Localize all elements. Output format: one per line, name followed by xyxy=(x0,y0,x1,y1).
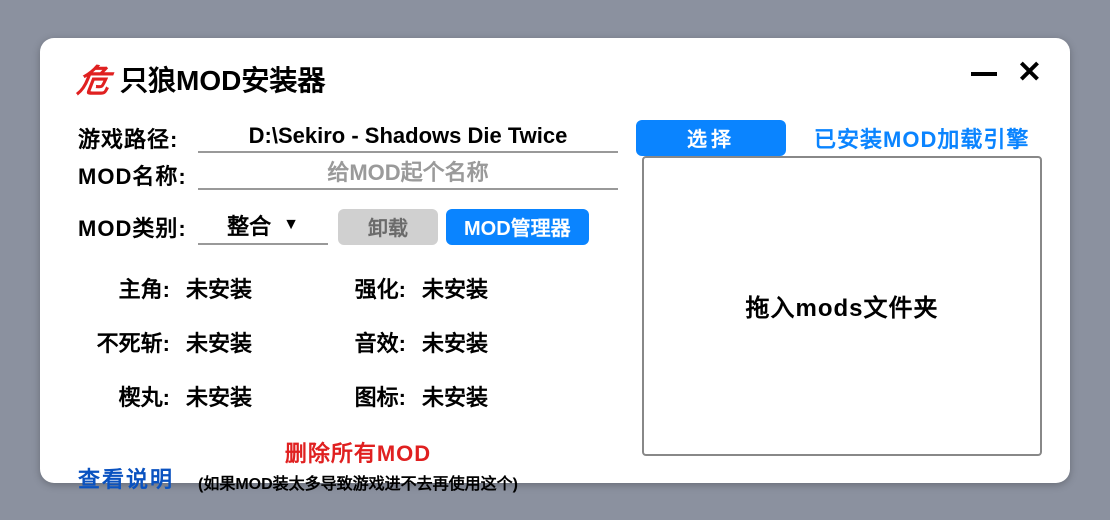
view-help-link[interactable]: 查看说明 xyxy=(78,462,174,494)
select-path-button[interactable]: 选择 xyxy=(636,120,786,156)
status-kusabi-label: 楔丸: xyxy=(78,380,178,412)
status-immortal-label: 不死斩: xyxy=(78,326,178,358)
game-path-label: 游戏路径: xyxy=(78,122,198,154)
app-title: 只狼MOD安装器 xyxy=(120,59,325,99)
delete-all-block[interactable]: 删除所有MOD (如果MOD装太多导致游戏进不去再使用这个) xyxy=(198,436,518,494)
mod-category-label: MOD类别: xyxy=(78,211,198,243)
status-sound-value: 未安装 xyxy=(422,326,542,358)
chevron-down-icon: ▼ xyxy=(283,216,299,234)
titlebar: 危 只狼MOD安装器 xyxy=(78,56,1042,102)
mod-manager-button[interactable]: MOD管理器 xyxy=(446,209,589,245)
status-enhance-label: 强化: xyxy=(314,272,414,304)
status-enhance-value: 未安装 xyxy=(422,272,542,304)
close-icon[interactable]: ✕ xyxy=(1017,58,1042,88)
mods-dropzone[interactable]: 拖入mods文件夹 xyxy=(642,156,1042,456)
game-path-value: D:\Sekiro - Shadows Die Twice xyxy=(198,123,618,153)
mod-category-select[interactable]: 整合 ▼ xyxy=(198,209,328,245)
mod-category-value: 整合 xyxy=(227,209,271,241)
status-protagonist-label: 主角: xyxy=(78,272,178,304)
mod-name-label: MOD名称: xyxy=(78,159,198,191)
app-logo-icon: 危 xyxy=(75,56,113,102)
engine-status: 已安装MOD加载引擎 xyxy=(814,122,1029,154)
main-window: 危 只狼MOD安装器 ✕ 游戏路径: D:\Sekiro - Shadows D… xyxy=(40,38,1070,483)
status-kusabi-value: 未安装 xyxy=(186,380,306,412)
status-icon-label: 图标: xyxy=(314,380,414,412)
status-protagonist-value: 未安装 xyxy=(186,272,306,304)
status-icon-value: 未安装 xyxy=(422,380,542,412)
uninstall-button[interactable]: 卸载 xyxy=(338,209,438,245)
minimize-icon[interactable] xyxy=(971,72,997,76)
status-immortal-value: 未安装 xyxy=(186,326,306,358)
delete-all-note: (如果MOD装太多导致游戏进不去再使用这个) xyxy=(198,470,518,494)
status-grid: 主角: 未安装 强化: 未安装 不死斩: 未安装 音效: 未安装 楔丸: 未安装… xyxy=(78,272,618,412)
window-controls: ✕ xyxy=(971,58,1042,88)
delete-all-title: 删除所有MOD xyxy=(198,436,518,468)
mod-name-input[interactable] xyxy=(198,160,618,190)
status-sound-label: 音效: xyxy=(314,326,414,358)
dropzone-text: 拖入mods文件夹 xyxy=(745,288,938,323)
